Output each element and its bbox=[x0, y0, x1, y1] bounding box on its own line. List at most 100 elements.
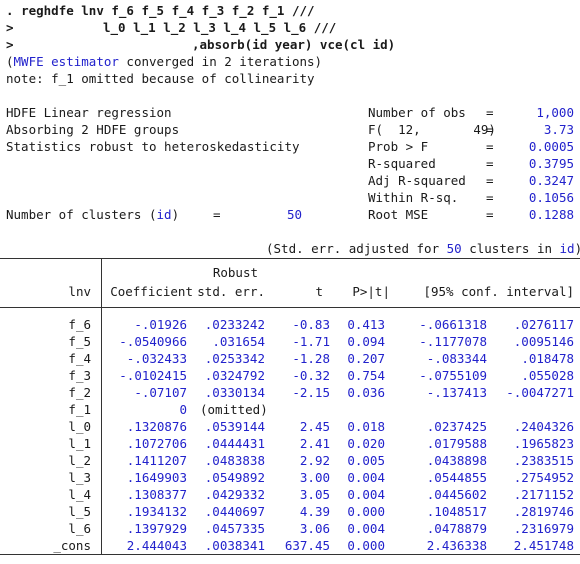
row-varname: f_2 bbox=[68, 385, 91, 400]
col-t: t bbox=[315, 284, 323, 299]
row-varname: f_4 bbox=[68, 351, 91, 366]
adjust-post: ) bbox=[575, 241, 580, 256]
command-line-2: > bbox=[6, 19, 14, 36]
row-ci-upper: .2171152 bbox=[513, 487, 574, 502]
row-t-stat: -0.83 bbox=[292, 317, 330, 332]
row-ci-lower: -.1177078 bbox=[419, 334, 487, 349]
continuation-prompt: > bbox=[6, 20, 14, 35]
header-model: HDFE Linear regression bbox=[6, 105, 172, 120]
clusters-eq: = bbox=[213, 207, 221, 222]
command-prompt: . bbox=[6, 3, 14, 18]
row-std-err: .031654 bbox=[212, 334, 265, 349]
row-coefficient: 2.444043 bbox=[126, 538, 187, 553]
row-p-value: 0.018 bbox=[347, 419, 385, 434]
stat-value: 0.0005 bbox=[528, 139, 574, 154]
row-varname: f_5 bbox=[68, 334, 91, 349]
stat-label: Number of obs bbox=[368, 105, 466, 120]
row-std-err: .0233242 bbox=[204, 317, 265, 332]
row-p-value: 0.754 bbox=[347, 368, 385, 383]
row-p-value: 0.004 bbox=[347, 470, 385, 485]
row-t-stat: 3.06 bbox=[299, 521, 330, 536]
row-coefficient: -.0102415 bbox=[119, 368, 187, 383]
clusters-value: 50 bbox=[286, 207, 302, 222]
row-ci-upper: .055028 bbox=[521, 368, 574, 383]
row-ci-upper: .2404326 bbox=[513, 419, 574, 434]
row-t-stat: 4.39 bbox=[299, 504, 330, 519]
row-p-value: 0.413 bbox=[347, 317, 385, 332]
row-ci-upper: .2316979 bbox=[513, 521, 574, 536]
stat-label: Prob > F bbox=[368, 139, 429, 154]
stat-eq: = bbox=[486, 156, 494, 171]
row-ci-lower: .1048517 bbox=[426, 504, 487, 519]
stat-label: Adj R-squared bbox=[368, 173, 466, 188]
row-varname: l_2 bbox=[68, 453, 91, 468]
row-t-stat: 637.45 bbox=[284, 538, 330, 553]
row-varname: l_6 bbox=[68, 521, 91, 536]
table-bottom-rule bbox=[0, 554, 580, 555]
collinearity-note: note: f_1 omitted because of collinearit… bbox=[6, 71, 315, 86]
stat-label: F( 12, 49) bbox=[368, 122, 496, 137]
row-std-err: .0324792 bbox=[204, 368, 265, 383]
row-ci-upper: .2383515 bbox=[513, 453, 574, 468]
std-err-adjust-note: (Std. err. adjusted for 50 clusters in i… bbox=[266, 240, 580, 257]
row-ci-upper: .018478 bbox=[521, 351, 574, 366]
row-ci-lower: .0478879 bbox=[426, 521, 487, 536]
row-varname: f_3 bbox=[68, 368, 91, 383]
row-varname: l_3 bbox=[68, 470, 91, 485]
row-coefficient: .1397929 bbox=[126, 521, 187, 536]
clusters-label: Number of clusters (id) bbox=[6, 206, 179, 223]
row-ci-upper: .0276117 bbox=[513, 317, 574, 332]
table-top-rule bbox=[0, 258, 580, 259]
estimator-link[interactable]: MWFE estimator bbox=[14, 54, 119, 69]
row-coefficient: -.01926 bbox=[134, 317, 187, 332]
adjust-var: id bbox=[559, 241, 575, 256]
row-ci-lower: .0179588 bbox=[426, 436, 487, 451]
paren-open: ( bbox=[6, 54, 14, 69]
col-conf-interval: [95% conf. interval] bbox=[423, 284, 574, 299]
stat-eq: = bbox=[486, 105, 494, 120]
row-ci-upper: .0095146 bbox=[513, 334, 574, 349]
depvar-name: lnv bbox=[68, 284, 91, 299]
row-t-stat: 3.05 bbox=[299, 487, 330, 502]
stat-value: 0.1056 bbox=[528, 190, 574, 205]
row-varname: l_1 bbox=[68, 436, 91, 451]
row-std-err: .0539144 bbox=[204, 419, 265, 434]
col-coefficient: Coefficient bbox=[110, 284, 193, 299]
row-std-err: .0483838 bbox=[204, 453, 265, 468]
row-ci-lower: .0438898 bbox=[426, 453, 487, 468]
row-coefficient: .1320876 bbox=[126, 419, 187, 434]
row-ci-lower: .0237425 bbox=[426, 419, 487, 434]
row-ci-upper: -.0047271 bbox=[506, 385, 574, 400]
row-p-value: 0.004 bbox=[347, 521, 385, 536]
row-std-err: (omitted) bbox=[200, 402, 268, 417]
continuation-prompt: > bbox=[6, 37, 14, 52]
row-coefficient: .1934132 bbox=[126, 504, 187, 519]
stat-value: 3.73 bbox=[543, 122, 574, 137]
stat-value: 0.1288 bbox=[528, 207, 574, 222]
row-p-value: 0.004 bbox=[347, 487, 385, 502]
stat-label: Root MSE bbox=[368, 207, 429, 222]
clusters-var-link[interactable]: id bbox=[157, 207, 172, 222]
row-ci-lower: .0445602 bbox=[426, 487, 487, 502]
command-text-1: reghdfe lnv f_6 f_5 f_4 f_3 f_2 f_1 /// bbox=[21, 3, 315, 18]
row-t-stat: -1.71 bbox=[292, 334, 330, 349]
row-coefficient: .1649903 bbox=[126, 470, 187, 485]
row-ci-upper: .1965823 bbox=[513, 436, 574, 451]
col-p: P>|t| bbox=[352, 284, 390, 299]
row-varname: l_5 bbox=[68, 504, 91, 519]
row-t-stat: -1.28 bbox=[292, 351, 330, 366]
row-ci-lower: -.083344 bbox=[426, 351, 487, 366]
stat-value: 1,000 bbox=[536, 105, 574, 120]
row-varname: l_4 bbox=[68, 487, 91, 502]
row-ci-lower: -.0755109 bbox=[419, 368, 487, 383]
row-coefficient: .1308377 bbox=[126, 487, 187, 502]
row-coefficient: .1072706 bbox=[126, 436, 187, 451]
stat-label: Within R-sq. bbox=[368, 190, 459, 205]
row-coefficient: -.0540966 bbox=[119, 334, 187, 349]
row-t-stat: 3.00 bbox=[299, 470, 330, 485]
row-t-stat: 2.45 bbox=[299, 419, 330, 434]
row-ci-upper: 2.451748 bbox=[513, 538, 574, 553]
row-p-value: 0.207 bbox=[347, 351, 385, 366]
row-coefficient: .1411207 bbox=[126, 453, 187, 468]
row-coefficient: 0 bbox=[179, 402, 187, 417]
